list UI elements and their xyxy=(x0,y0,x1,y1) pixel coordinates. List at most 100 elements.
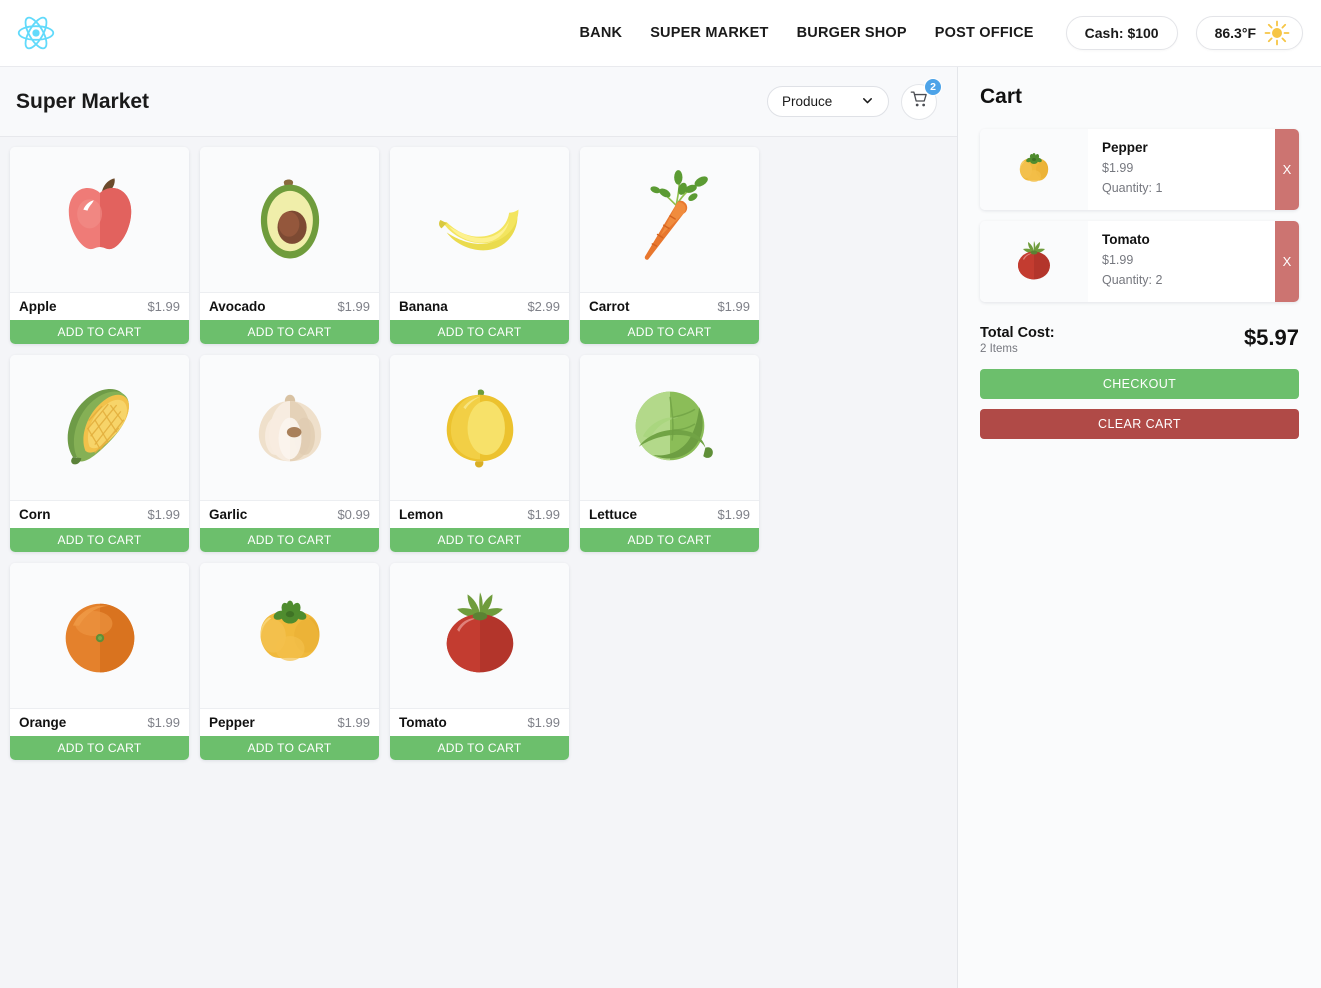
product-meta: Apple $1.99 xyxy=(10,293,189,320)
product-price: $1.99 xyxy=(717,507,750,522)
cart-item-list: Pepper $1.99 Quantity: 1 X Tomato $1.99 Quanti… xyxy=(980,129,1299,302)
add-to-cart-button[interactable]: ADD TO CART xyxy=(390,736,569,760)
cart-item-price: $1.99 xyxy=(1102,160,1134,175)
nav-link-super-market[interactable]: SUPER MARKET xyxy=(636,25,782,41)
page-title: Super Market xyxy=(16,89,150,113)
cart-item-price: $1.99 xyxy=(1102,252,1134,267)
pepper-icon xyxy=(980,129,1088,210)
cash-badge: Cash: $100 xyxy=(1065,16,1178,50)
lemon-icon xyxy=(390,355,569,501)
remove-cart-item-button[interactable]: X xyxy=(1275,221,1299,302)
cart-item: Tomato $1.99 Quantity: 2 X xyxy=(980,221,1299,302)
product-name: Avocado xyxy=(209,299,266,314)
product-price: $1.99 xyxy=(147,299,180,314)
product-name: Banana xyxy=(399,299,448,314)
lettuce-icon xyxy=(580,355,759,501)
store-panel: Super Market Produce 2 Apple $1.99 ADD T… xyxy=(0,67,958,988)
product-card: Banana $2.99 ADD TO CART xyxy=(390,147,569,344)
product-price: $1.99 xyxy=(717,299,750,314)
product-card: Avocado $1.99 ADD TO CART xyxy=(200,147,379,344)
product-meta: Pepper $1.99 xyxy=(200,709,379,736)
product-price: $1.99 xyxy=(337,299,370,314)
product-meta: Carrot $1.99 xyxy=(580,293,759,320)
cart-item: Pepper $1.99 Quantity: 1 X xyxy=(980,129,1299,210)
product-card: Apple $1.99 ADD TO CART xyxy=(10,147,189,344)
cart-item-quantity: Quantity: 2 xyxy=(1102,272,1163,287)
add-to-cart-button[interactable]: ADD TO CART xyxy=(200,736,379,760)
cart-item-name: Pepper xyxy=(1102,140,1148,155)
product-price: $1.99 xyxy=(337,715,370,730)
total-amount: $5.97 xyxy=(1243,325,1299,350)
checkout-button[interactable]: CHECKOUT xyxy=(980,369,1299,399)
cart-item-quantity: Quantity: 1 xyxy=(1102,180,1163,195)
category-select[interactable]: Produce xyxy=(767,86,889,117)
total-cost-label: Total Cost: xyxy=(980,325,1055,341)
category-select-value: Produce xyxy=(782,94,833,109)
product-price: $2.99 xyxy=(527,299,560,314)
product-meta: Lettuce $1.99 xyxy=(580,501,759,528)
add-to-cart-button[interactable]: ADD TO CART xyxy=(10,320,189,344)
cart-toggle-button[interactable]: 2 xyxy=(901,77,942,120)
product-name: Orange xyxy=(19,715,67,730)
product-name: Pepper xyxy=(209,715,255,730)
cart-item-info: Pepper $1.99 Quantity: 1 xyxy=(1088,129,1275,210)
react-logo-icon[interactable] xyxy=(16,13,56,53)
weather-badge: 86.3°F xyxy=(1195,16,1303,50)
cart-title: Cart xyxy=(980,85,1023,108)
chevron-down-icon xyxy=(861,94,874,110)
product-meta: Lemon $1.99 xyxy=(390,501,569,528)
add-to-cart-button[interactable]: ADD TO CART xyxy=(10,736,189,760)
remove-cart-item-button[interactable]: X xyxy=(1275,129,1299,210)
product-price: $1.99 xyxy=(147,715,180,730)
product-card: Pepper $1.99 ADD TO CART xyxy=(200,563,379,760)
add-to-cart-button[interactable]: ADD TO CART xyxy=(580,528,759,552)
pepper-icon xyxy=(200,563,379,709)
product-price: $1.99 xyxy=(147,507,180,522)
product-card: Corn $1.99 ADD TO CART xyxy=(10,355,189,552)
product-name: Tomato xyxy=(399,715,447,730)
product-card: Garlic $0.99 ADD TO CART xyxy=(200,355,379,552)
banana-icon xyxy=(390,147,569,293)
cart-totals: Total Cost: 2 Items $5.97 xyxy=(980,313,1299,369)
top-navbar: BANK SUPER MARKET BURGER SHOP POST OFFIC… xyxy=(0,0,1321,67)
product-name: Apple xyxy=(19,299,57,314)
nav-link-post-office[interactable]: POST OFFICE xyxy=(921,25,1048,41)
product-meta: Avocado $1.99 xyxy=(200,293,379,320)
orange-icon xyxy=(10,563,189,709)
product-grid: Apple $1.99 ADD TO CART Avocado $1.99 ADD TO … xyxy=(0,137,957,770)
clear-cart-button[interactable]: CLEAR CART xyxy=(980,409,1299,439)
product-name: Lemon xyxy=(399,507,444,522)
product-price: $1.99 xyxy=(527,507,560,522)
avocado-icon xyxy=(200,147,379,293)
product-name: Carrot xyxy=(589,299,630,314)
add-to-cart-button[interactable]: ADD TO CART xyxy=(580,320,759,344)
nav-link-bank[interactable]: BANK xyxy=(566,25,637,41)
sun-icon xyxy=(1264,20,1290,46)
add-to-cart-button[interactable]: ADD TO CART xyxy=(390,320,569,344)
tomato-icon xyxy=(980,221,1088,302)
add-to-cart-button[interactable]: ADD TO CART xyxy=(10,528,189,552)
add-to-cart-button[interactable]: ADD TO CART xyxy=(200,320,379,344)
weather-temperature: 86.3°F xyxy=(1214,25,1256,41)
nav-link-burger-shop[interactable]: BURGER SHOP xyxy=(783,25,921,41)
store-header-controls: Produce 2 xyxy=(767,77,942,120)
page-layout: Super Market Produce 2 Apple $1.99 ADD T… xyxy=(0,67,1321,988)
product-price: $0.99 xyxy=(337,507,370,522)
product-meta: Corn $1.99 xyxy=(10,501,189,528)
product-meta: Tomato $1.99 xyxy=(390,709,569,736)
add-to-cart-button[interactable]: ADD TO CART xyxy=(390,528,569,552)
product-price: $1.99 xyxy=(527,715,560,730)
apple-icon xyxy=(10,147,189,293)
add-to-cart-button[interactable]: ADD TO CART xyxy=(200,528,379,552)
store-header: Super Market Produce 2 xyxy=(0,67,957,137)
cart-item-info: Tomato $1.99 Quantity: 2 xyxy=(1088,221,1275,302)
product-name: Lettuce xyxy=(589,507,638,522)
product-card: Orange $1.99 ADD TO CART xyxy=(10,563,189,760)
cart-item-name: Tomato xyxy=(1102,232,1150,247)
cart-panel: Cart Pepper $1.99 Quantity: 1 X Tomato $1.99 Q… xyxy=(958,67,1321,988)
product-meta: Garlic $0.99 xyxy=(200,501,379,528)
product-meta: Banana $2.99 xyxy=(390,293,569,320)
tomato-icon xyxy=(390,563,569,709)
corn-icon xyxy=(10,355,189,501)
product-name: Garlic xyxy=(209,507,248,522)
